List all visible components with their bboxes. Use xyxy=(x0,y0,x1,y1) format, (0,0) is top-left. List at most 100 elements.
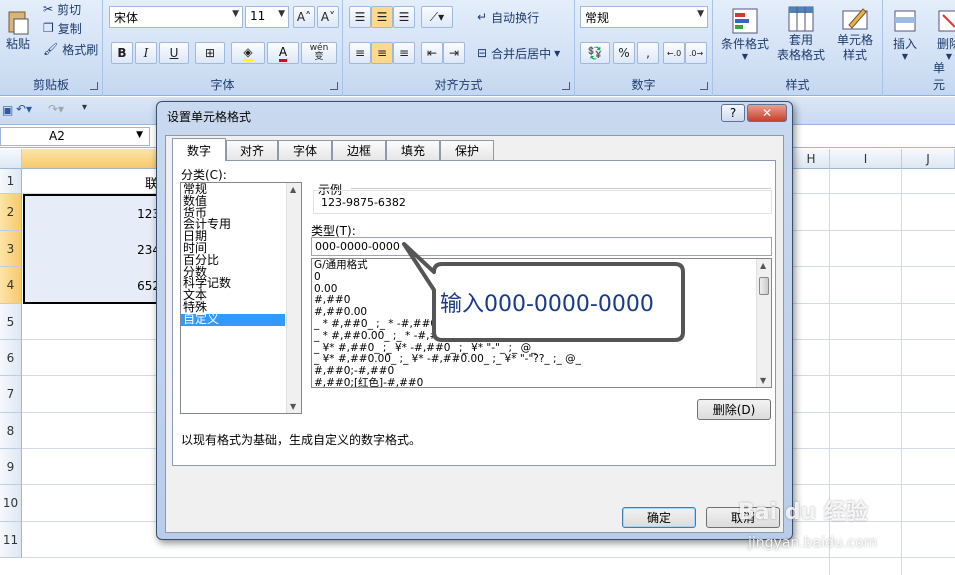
chevron-down-icon: ▼ xyxy=(278,9,285,19)
format-as-table-button[interactable]: 套用 表格格式 xyxy=(773,2,829,66)
clipboard-launcher[interactable] xyxy=(90,82,98,90)
close-button[interactable]: ✕ xyxy=(747,104,787,122)
font-launcher[interactable] xyxy=(330,82,338,90)
format-item[interactable]: _ * #,##0.00_ ;_ * -#,##0.00_ ;_ * "-"??… xyxy=(312,330,752,343)
ok-button[interactable]: 确定 xyxy=(622,507,696,528)
conditional-format-button[interactable]: 条件格式 ▼ xyxy=(717,2,773,66)
format-painter-button[interactable]: 🖌 格式刷 xyxy=(40,40,101,58)
align-center-button[interactable]: ≡ xyxy=(371,42,393,64)
format-scrollbar[interactable]: ▲ ▼ xyxy=(756,259,771,387)
cell-a4[interactable]: 652 xyxy=(120,279,160,293)
insert-cells-button[interactable]: 插入 ▼ xyxy=(885,2,925,66)
redo-icon[interactable]: ↷▾ xyxy=(48,102,64,116)
cell-styles-button[interactable]: 单元格 样式 xyxy=(829,2,881,66)
cell-b1[interactable]: 联 xyxy=(130,173,158,192)
row-header-10[interactable]: 10 xyxy=(0,485,22,522)
tab-alignment[interactable]: 对齐 xyxy=(226,140,278,160)
scroll-up-icon[interactable]: ▲ xyxy=(760,261,766,270)
copy-button[interactable]: ❐ 复制 xyxy=(40,19,85,37)
row-header-8[interactable]: 8 xyxy=(0,413,22,449)
wrap-text-button[interactable]: ↵ 自动换行 xyxy=(473,6,543,28)
decrease-indent-button[interactable]: ⇤ xyxy=(421,42,443,64)
cut-button[interactable]: ✂ 剪切 xyxy=(40,0,84,18)
number-launcher[interactable] xyxy=(700,82,708,90)
italic-button[interactable]: I xyxy=(135,42,157,64)
type-input[interactable]: 000-0000-0000 xyxy=(311,237,772,256)
increase-indent-button[interactable]: ⇥ xyxy=(443,42,465,64)
cell-a2[interactable]: 123 xyxy=(120,207,160,221)
row-header-2[interactable]: 2 xyxy=(0,194,22,231)
underline-button[interactable]: U xyxy=(159,42,189,64)
format-item[interactable]: G/通用格式 xyxy=(312,259,752,272)
scroll-thumb[interactable] xyxy=(759,277,769,295)
customize-toolbar-icon[interactable]: ▾ xyxy=(82,102,87,113)
delete-cells-button[interactable]: 删除 ▼ xyxy=(929,2,955,66)
column-header-i[interactable]: I xyxy=(830,149,902,169)
column-header-h[interactable]: H xyxy=(793,149,830,169)
select-all-corner[interactable] xyxy=(0,149,22,169)
number-format-combo[interactable]: 常规 ▼ xyxy=(580,6,708,28)
shrink-font-button[interactable]: A˅ xyxy=(317,6,339,28)
column-header-j[interactable]: J xyxy=(902,149,955,169)
decrease-decimal-button[interactable]: .0→ xyxy=(685,42,707,64)
column-header-selected[interactable] xyxy=(22,149,162,169)
brush-icon: 🖌 xyxy=(43,42,59,56)
bold-button[interactable]: B xyxy=(111,42,133,64)
row-header-9[interactable]: 9 xyxy=(0,449,22,485)
scroll-down-icon[interactable]: ▼ xyxy=(290,402,296,411)
delete-format-button[interactable]: 删除(D) xyxy=(697,399,771,420)
tab-border[interactable]: 边框 xyxy=(332,140,386,160)
align-middle-button[interactable]: ☰ xyxy=(371,6,393,28)
grow-font-button[interactable]: A˄ xyxy=(293,6,315,28)
format-list[interactable]: G/通用格式 0 0.00 #,##0 #,##0.00 _ * #,##0_ ;_ * … xyxy=(311,258,772,388)
scroll-up-icon[interactable]: ▲ xyxy=(290,185,296,194)
help-button[interactable]: ? xyxy=(721,104,745,122)
tab-font[interactable]: 字体 xyxy=(278,140,332,160)
column-j-label: J xyxy=(926,152,930,166)
orientation-button[interactable]: ⟋▾ xyxy=(421,6,453,28)
row-5-label: 5 xyxy=(6,314,15,329)
category-scrollbar[interactable]: ▲ ▼ xyxy=(286,183,301,413)
fill-color-button[interactable]: ◈ xyxy=(231,42,265,64)
merge-center-button[interactable]: ⊟ 合并后居中 ▼ xyxy=(473,42,564,64)
comma-button[interactable]: , xyxy=(637,42,659,64)
increase-decimal-button[interactable]: ←.0 xyxy=(663,42,685,64)
align-right-button[interactable]: ≡ xyxy=(393,42,415,64)
undo-icon[interactable]: ↶▾ xyxy=(16,102,32,116)
align-bottom-button[interactable]: ☰ xyxy=(393,6,415,28)
format-item[interactable]: #,##0;[红色]-#,##0 xyxy=(312,377,752,387)
row-2-label: 2 xyxy=(6,205,15,219)
increase-decimal-icon: ←.0 xyxy=(666,48,682,58)
tab-fill[interactable]: 填充 xyxy=(386,140,440,160)
align-top-button[interactable]: ☰ xyxy=(349,6,371,28)
name-box[interactable]: A2 ▼ xyxy=(0,127,150,146)
row-header-6[interactable]: 6 xyxy=(0,340,22,376)
scroll-down-icon[interactable]: ▼ xyxy=(760,376,766,385)
phonetic-button[interactable]: wén 变 xyxy=(301,42,337,64)
border-button[interactable]: ⊞ xyxy=(195,42,225,64)
row-header-7[interactable]: 7 xyxy=(0,376,22,413)
format-item[interactable]: 0 xyxy=(312,271,752,284)
font-color-button[interactable]: A xyxy=(267,42,299,64)
align-left-button[interactable]: ≡ xyxy=(349,42,371,64)
tab-protection[interactable]: 保护 xyxy=(440,140,494,160)
currency-button[interactable]: 💱 xyxy=(580,42,610,64)
format-item[interactable]: _ * #,##0_ ;_ * -#,##0_ ;_ * "-"_ ;_ @_ xyxy=(312,318,752,331)
paste-button[interactable]: 粘贴 xyxy=(2,2,34,58)
category-list[interactable]: 常规 数值 货币 会计专用 日期 时间 百分比 分数 科学记数 文本 特殊 自定义 ▲ ▼ xyxy=(180,182,302,414)
font-size-combo[interactable]: 11 ▼ xyxy=(245,6,289,28)
font-name-combo[interactable]: 宋体 ▼ xyxy=(109,6,243,28)
row-header-1[interactable]: 1 xyxy=(0,169,22,194)
alignment-launcher[interactable] xyxy=(562,82,570,90)
tab-number[interactable]: 数字 xyxy=(172,138,226,161)
currency-icon: 💱 xyxy=(587,46,603,60)
category-item[interactable]: 自定义 xyxy=(181,313,285,326)
cell-a3[interactable]: 234 xyxy=(120,243,160,257)
row-header-11[interactable]: 11 xyxy=(0,522,22,558)
percent-button[interactable]: % xyxy=(613,42,635,64)
row-header-3[interactable]: 3 xyxy=(0,231,22,267)
save-icon[interactable]: ▣ xyxy=(2,103,13,117)
align-left-icon: ≡ xyxy=(354,46,366,60)
row-header-5[interactable]: 5 xyxy=(0,304,22,340)
row-header-4[interactable]: 4 xyxy=(0,267,22,304)
